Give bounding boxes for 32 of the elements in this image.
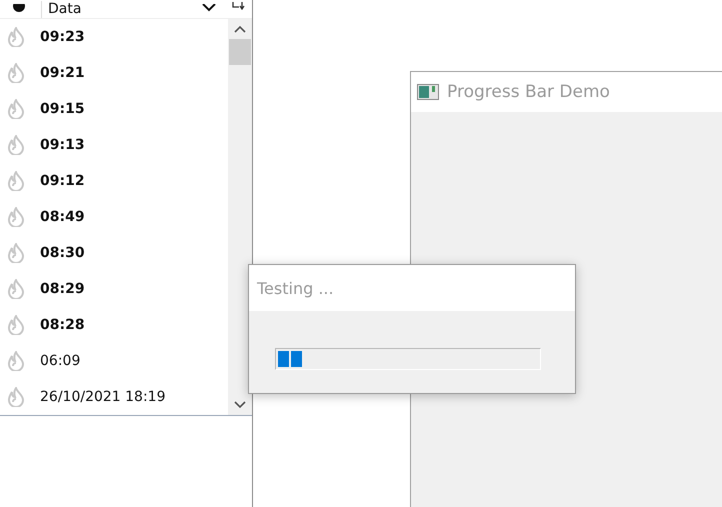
flame-icon [8,171,24,191]
row-text[interactable]: 09:21 [40,65,85,81]
flame-icon [8,279,24,299]
sort-icon[interactable] [232,2,246,10]
row-text[interactable]: 08:28 [40,317,85,333]
flame-icon [8,63,24,83]
flame-icon [8,351,24,371]
scrollbar-thumb[interactable] [229,39,251,65]
row-text[interactable]: 08:30 [40,245,85,261]
chevron-up-icon[interactable] [234,25,246,33]
flame-icon [8,135,24,155]
app-icon [417,84,439,100]
row-text[interactable]: 08:29 [40,281,85,297]
row-text[interactable]: 09:13 [40,137,85,153]
flame-icon [8,315,24,335]
row-text[interactable]: 09:15 [40,101,85,117]
row-text[interactable]: 09:23 [40,29,85,45]
chevron-down-icon[interactable] [202,4,216,12]
flame-icon [8,99,24,119]
flame-icon [8,243,24,263]
row-text[interactable]: 09:12 [40,173,85,189]
flame-icon [8,27,24,47]
row-text[interactable]: 26/10/2021 18:19 [40,389,166,405]
column-header[interactable]: Data [41,1,188,18]
chevron-down-icon[interactable] [234,401,246,409]
window-title: Progress Bar Demo [447,82,610,102]
flame-icon [8,207,24,227]
row-text[interactable]: 08:49 [40,209,85,225]
scrollbar[interactable] [228,19,252,415]
row-text[interactable]: 06:09 [40,353,80,369]
flame-icon [8,387,24,407]
dialog-title: Testing ... [257,278,334,298]
